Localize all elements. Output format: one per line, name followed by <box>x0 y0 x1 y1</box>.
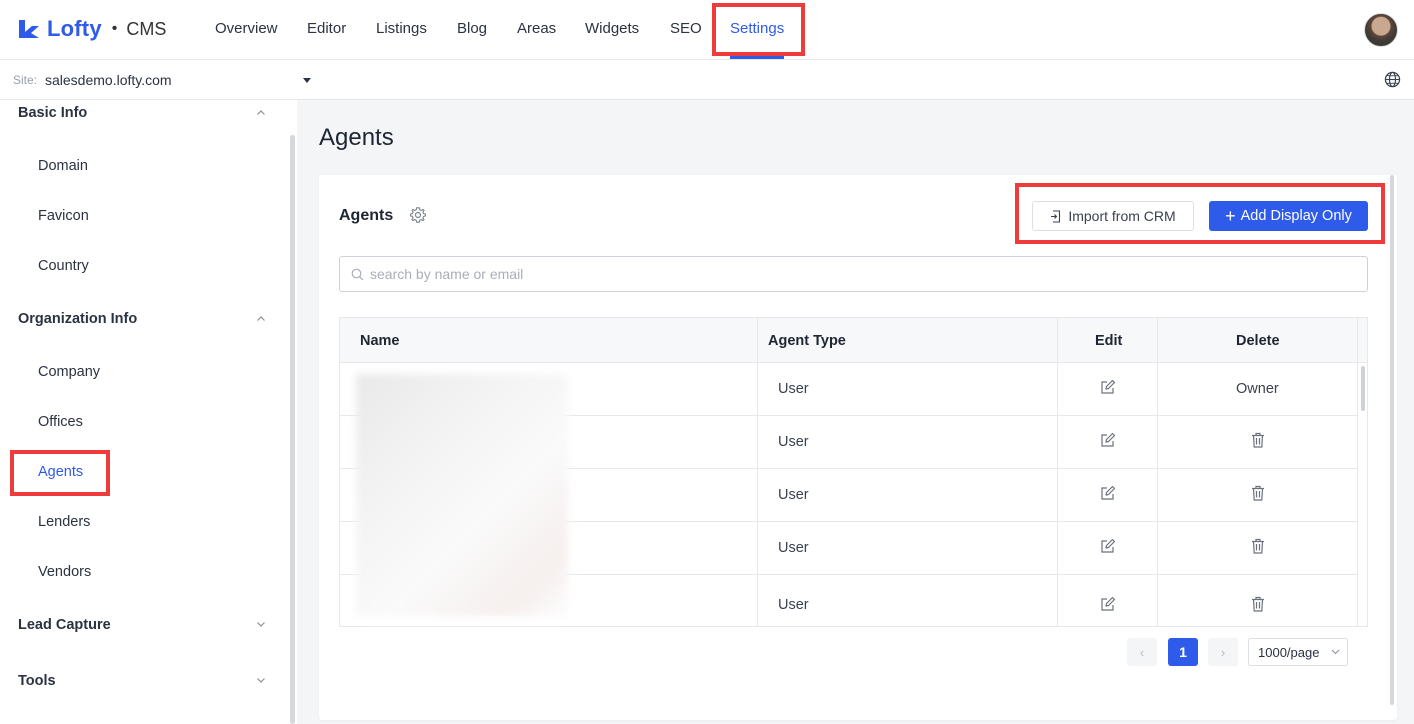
chevron-up-icon[interactable] <box>256 108 266 118</box>
agent-type-cell: User <box>778 597 809 613</box>
user-avatar[interactable] <box>1364 13 1398 47</box>
pagination-page-1[interactable]: 1 <box>1168 638 1198 666</box>
page-size-value: 1000/page <box>1258 645 1320 660</box>
sidebar-section-tools[interactable]: Tools <box>18 673 56 689</box>
sidebar-scrollbar[interactable] <box>290 135 295 724</box>
column-header-name[interactable]: Name <box>360 333 400 349</box>
logo[interactable]: Lofty • CMS <box>17 15 166 43</box>
add-button-label: Add Display Only <box>1240 208 1352 224</box>
edit-icon[interactable] <box>1100 596 1116 612</box>
sidebar-section-basic-info[interactable]: Basic Info <box>18 105 87 121</box>
owner-label: Owner <box>1236 381 1279 397</box>
site-selector-bar: Site: salesdemo.lofty.com <box>0 60 1414 100</box>
search-icon <box>351 268 364 281</box>
page-size-select[interactable]: 1000/page <box>1248 638 1348 666</box>
redacted-agent-names <box>356 374 568 616</box>
edit-icon[interactable] <box>1100 379 1116 395</box>
nav-overview[interactable]: Overview <box>215 20 278 37</box>
pagination-next-button[interactable]: › <box>1208 638 1238 666</box>
table-header: Name Agent Type Edit Delete <box>340 318 1367 363</box>
chevron-down-icon[interactable] <box>256 619 266 629</box>
nav-widgets[interactable]: Widgets <box>585 20 639 37</box>
sidebar-item-favicon[interactable]: Favicon <box>38 208 89 224</box>
pagination-prev-button[interactable]: ‹ <box>1127 638 1157 666</box>
edit-icon[interactable] <box>1100 485 1116 501</box>
site-select[interactable]: salesdemo.lofty.com <box>45 72 172 88</box>
sidebar-item-offices[interactable]: Offices <box>38 414 83 430</box>
page-title: Agents <box>319 124 394 151</box>
trash-icon[interactable] <box>1251 538 1265 554</box>
sidebar-section-organization-info[interactable]: Organization Info <box>18 311 137 327</box>
active-tab-indicator <box>730 56 784 59</box>
import-from-crm-button[interactable]: Import from CRM <box>1032 201 1194 231</box>
agent-type-cell: User <box>778 434 809 450</box>
sidebar-item-vendors[interactable]: Vendors <box>38 564 91 580</box>
column-header-edit: Edit <box>1095 333 1123 349</box>
agent-search[interactable] <box>339 256 1368 292</box>
product-name: CMS <box>126 18 167 39</box>
sidebar-item-lenders[interactable]: Lenders <box>38 514 90 530</box>
import-icon <box>1051 209 1061 223</box>
column-header-delete: Delete <box>1236 333 1280 349</box>
trash-icon[interactable] <box>1251 485 1265 501</box>
nav-settings[interactable]: Settings <box>730 20 784 37</box>
column-header-agent-type[interactable]: Agent Type <box>768 333 846 349</box>
site-label: Site: <box>13 73 38 87</box>
agent-type-cell: User <box>778 487 809 503</box>
logo-text: Lofty <box>47 16 102 41</box>
agent-type-cell: User <box>778 540 809 556</box>
main-scrollbar[interactable] <box>1390 175 1394 705</box>
globe-icon[interactable] <box>1384 71 1401 88</box>
nav-blog[interactable]: Blog <box>457 20 487 37</box>
sidebar-item-domain[interactable]: Domain <box>38 158 88 174</box>
nav-listings[interactable]: Listings <box>376 20 427 37</box>
card-title: Agents <box>339 207 394 224</box>
add-display-only-button[interactable]: + Add Display Only <box>1209 201 1368 231</box>
search-input[interactable] <box>370 257 1350 291</box>
sidebar-section-lead-capture[interactable]: Lead Capture <box>18 617 111 633</box>
import-button-label: Import from CRM <box>1068 208 1176 224</box>
top-navigation: Lofty • CMS Overview Editor Listings Blo… <box>0 0 1414 60</box>
gear-icon[interactable] <box>409 206 427 224</box>
chevron-down-icon <box>1331 649 1340 655</box>
edit-icon[interactable] <box>1100 538 1116 554</box>
nav-editor[interactable]: Editor <box>307 20 346 37</box>
logo-separator: • <box>111 20 118 37</box>
column-divider <box>1357 318 1358 626</box>
trash-icon[interactable] <box>1251 432 1265 448</box>
agent-type-cell: User <box>778 381 809 397</box>
table-scrollbar[interactable] <box>1361 366 1365 411</box>
plus-icon: + <box>1225 206 1236 226</box>
agents-table: Name Agent Type Edit Delete User Owner U… <box>339 317 1368 627</box>
nav-seo[interactable]: SEO <box>670 20 702 37</box>
chevron-down-icon[interactable] <box>256 675 266 685</box>
sidebar-item-company[interactable]: Company <box>38 364 100 380</box>
edit-icon[interactable] <box>1100 432 1116 448</box>
sidebar-item-agents[interactable]: Agents <box>38 464 83 480</box>
lofty-logo-icon <box>19 20 39 38</box>
site-dropdown-caret-icon[interactable] <box>303 78 311 83</box>
nav-areas[interactable]: Areas <box>517 20 556 37</box>
trash-icon[interactable] <box>1251 596 1265 612</box>
sidebar-item-country[interactable]: Country <box>38 258 89 274</box>
chevron-up-icon[interactable] <box>256 314 266 324</box>
